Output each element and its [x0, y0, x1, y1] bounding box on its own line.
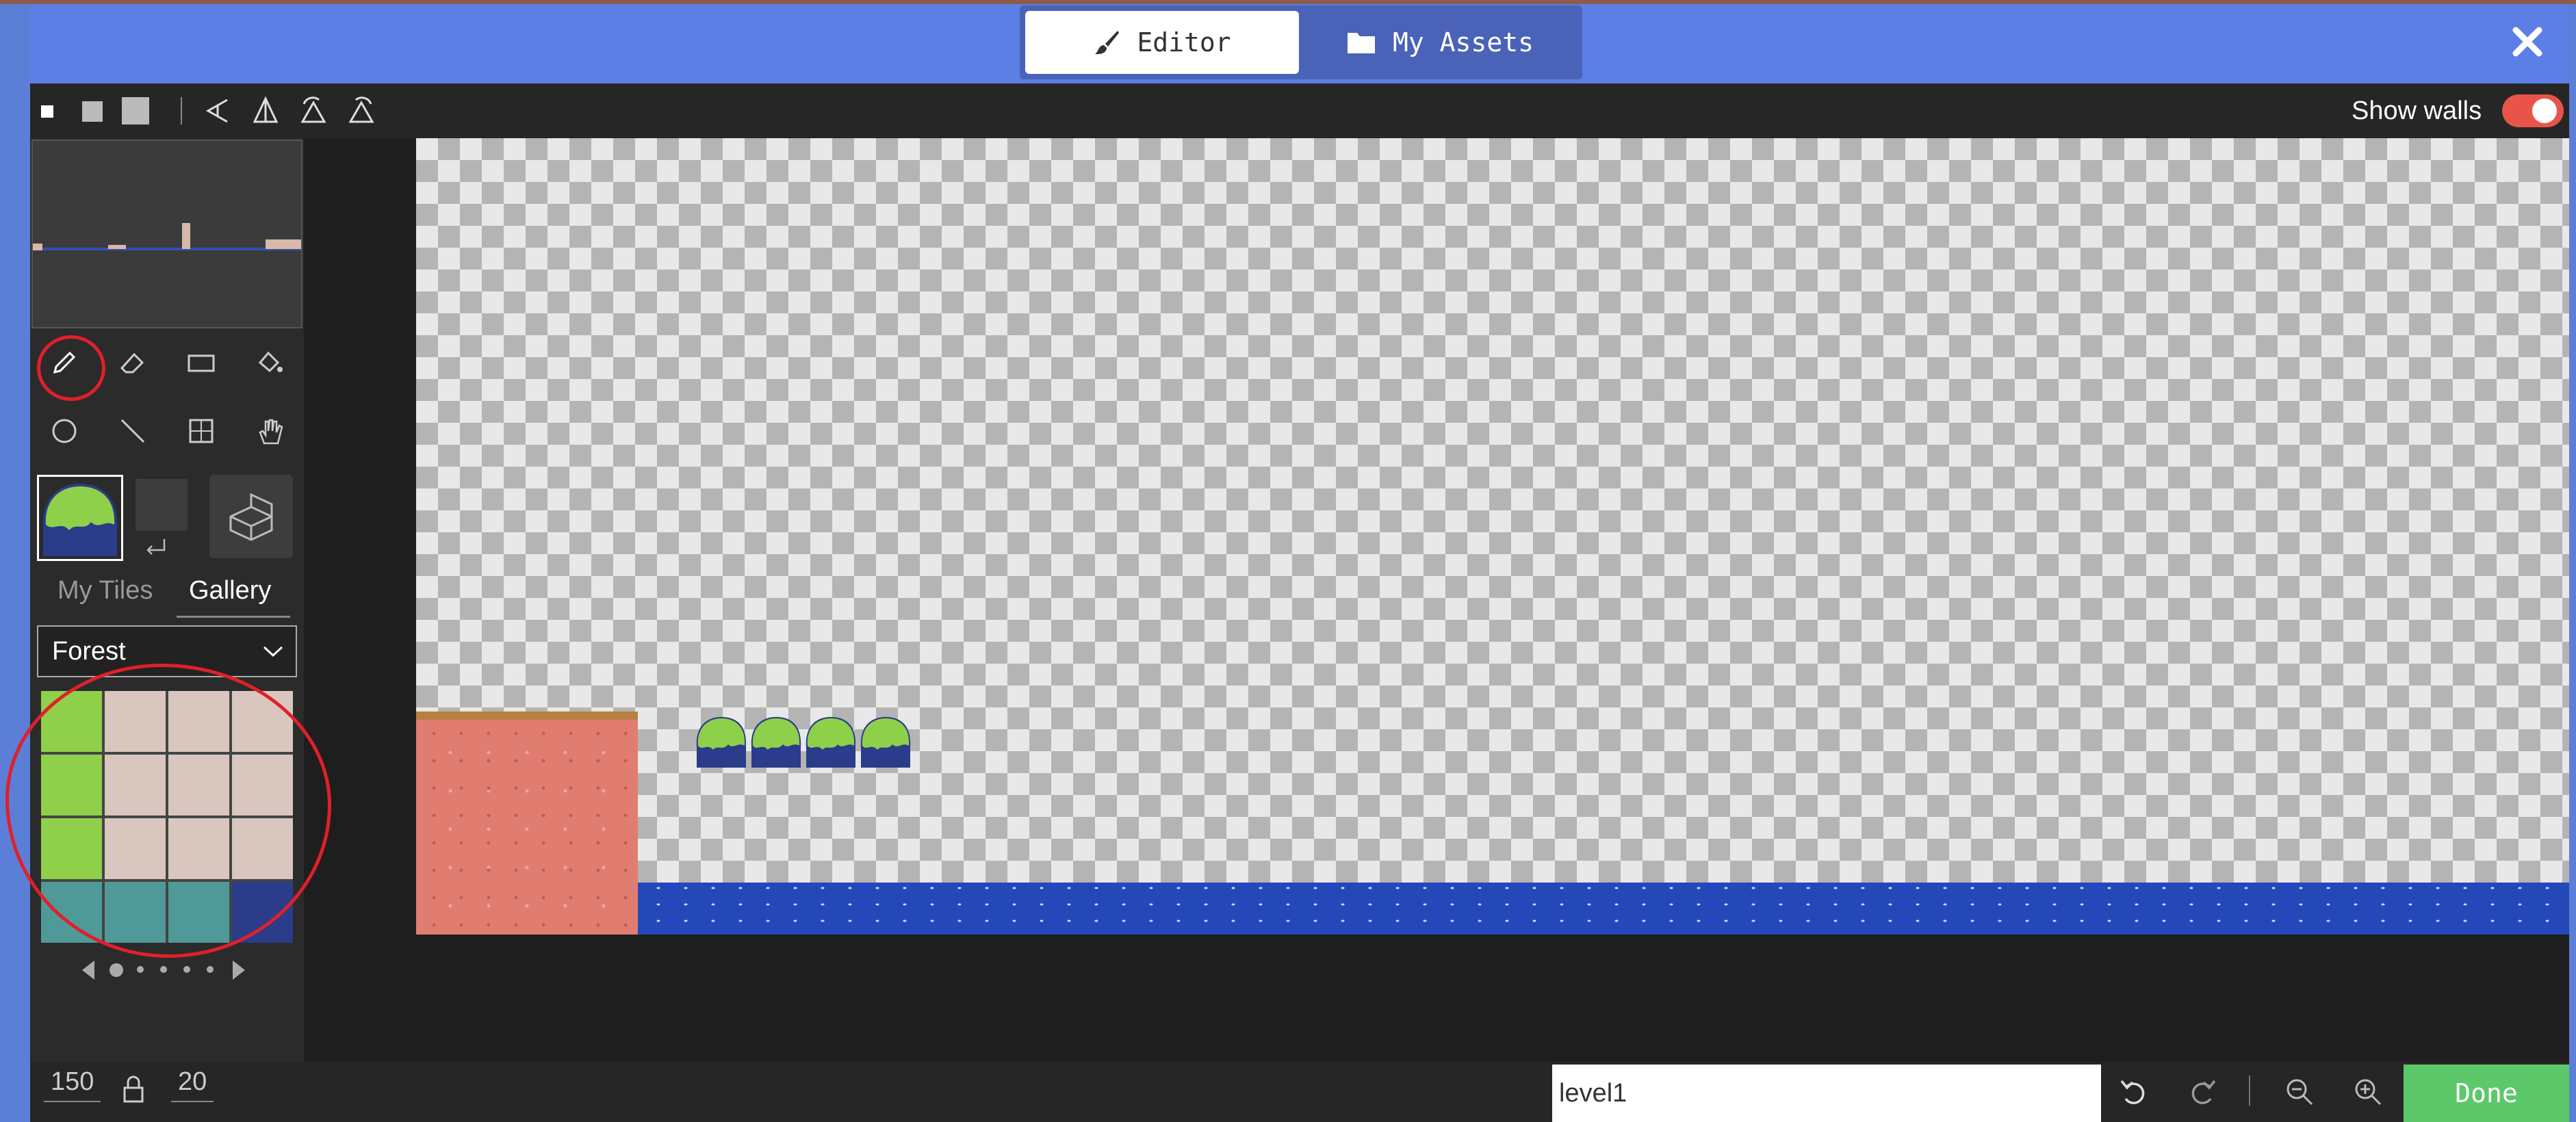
pager-dot[interactable]	[183, 966, 190, 973]
swap-icon[interactable]	[144, 538, 168, 557]
eraser-tool[interactable]	[112, 342, 153, 383]
minimap-preview	[33, 141, 301, 327]
selected-tile-preview[interactable]	[37, 475, 123, 561]
flip-horizontal-icon[interactable]	[203, 96, 233, 126]
tileset-select[interactable]: Forest	[37, 625, 297, 677]
pager-dot[interactable]	[137, 966, 144, 973]
gallery-tab-underline	[177, 616, 290, 618]
bush-tile	[860, 717, 911, 768]
tileset-select-value: Forest	[52, 636, 126, 666]
palette-tile[interactable]	[168, 818, 229, 879]
undo-icon[interactable]	[2117, 1075, 2150, 1108]
large-square-icon[interactable]	[122, 97, 149, 125]
level-name-input[interactable]	[1552, 1065, 2101, 1122]
palette-tile[interactable]	[232, 691, 293, 752]
level-canvas[interactable]	[416, 138, 2569, 935]
palette-tile[interactable]	[41, 818, 102, 879]
palette-tile[interactable]	[105, 755, 166, 816]
eraser-icon	[120, 352, 144, 374]
rectangle-tool[interactable]	[181, 342, 222, 383]
line-icon	[120, 419, 145, 443]
palette-tile[interactable]	[232, 818, 293, 879]
ground-block	[416, 713, 638, 935]
palette-tile[interactable]	[232, 882, 293, 943]
marquee-tool[interactable]	[181, 410, 222, 452]
close-button[interactable]	[2501, 15, 2554, 68]
palette-tile[interactable]	[41, 755, 102, 816]
toolbar	[30, 83, 2569, 138]
pager-prev-icon[interactable]	[79, 959, 96, 981]
hand-tool[interactable]	[249, 410, 290, 452]
ground-grass-edge	[416, 712, 638, 720]
bush-tile	[806, 717, 856, 768]
palette-tile[interactable]	[105, 818, 166, 879]
close-icon	[2512, 27, 2542, 57]
lock-icon[interactable]	[122, 1074, 145, 1104]
rotate-left-icon[interactable]	[298, 96, 329, 126]
circle-icon	[52, 419, 77, 443]
map-height-field[interactable]: 20	[171, 1067, 214, 1102]
palette-tile[interactable]	[168, 882, 229, 943]
header-tabs: Editor My Assets	[1020, 5, 1582, 79]
palette-pager	[79, 955, 257, 985]
chevron-down-icon	[263, 646, 283, 657]
palette-tile[interactable]	[168, 755, 229, 816]
pager-dot[interactable]	[160, 966, 167, 973]
rectangle-icon	[188, 354, 215, 372]
pencil-tool[interactable]	[44, 342, 85, 383]
small-square-icon[interactable]	[41, 105, 53, 118]
tab-my-assets-label: My Assets	[1393, 27, 1534, 57]
secondary-tile-slot[interactable]	[136, 479, 188, 531]
show-walls-label: Show walls	[2352, 96, 2482, 125]
tab-gallery[interactable]: Gallery	[189, 576, 271, 605]
zoom-out-icon[interactable]	[2283, 1075, 2316, 1108]
toolbar-divider	[181, 97, 182, 125]
pager-dot-active[interactable]	[110, 963, 123, 977]
tab-editor[interactable]: Editor	[1025, 11, 1299, 74]
marquee-icon	[189, 419, 214, 443]
brush-icon	[1095, 31, 1120, 55]
pencil-icon	[53, 351, 76, 374]
water-strip	[638, 883, 2569, 935]
palette-tile[interactable]	[105, 882, 166, 943]
window-left-edge	[0, 0, 30, 1122]
window-top-edge	[0, 0, 2576, 4]
bottom-divider	[2249, 1075, 2250, 1106]
flip-vertical-icon[interactable]	[250, 96, 281, 126]
palette-tile[interactable]	[41, 882, 102, 943]
palette-tile[interactable]	[41, 691, 102, 752]
zoom-in-icon[interactable]	[2352, 1075, 2384, 1108]
folder-icon	[1348, 33, 1376, 53]
rotate-right-icon[interactable]	[346, 96, 376, 126]
cube-icon	[229, 493, 273, 541]
tab-my-assets[interactable]: My Assets	[1304, 11, 1575, 74]
tab-editor-label: Editor	[1137, 27, 1231, 57]
wall-block-button[interactable]	[209, 475, 293, 558]
pager-next-icon[interactable]	[231, 959, 248, 981]
bush-tile	[696, 717, 747, 768]
bush-tile-icon	[39, 477, 121, 559]
hand-icon	[259, 419, 283, 445]
fill-bucket-icon	[258, 351, 283, 373]
line-tool[interactable]	[112, 410, 153, 452]
palette-tile[interactable]	[232, 755, 293, 816]
circle-tool[interactable]	[44, 410, 85, 452]
fill-bucket-tool[interactable]	[249, 342, 290, 383]
palette-tile[interactable]	[105, 691, 166, 752]
minimap[interactable]	[31, 140, 302, 328]
tab-my-tiles[interactable]: My Tiles	[57, 576, 153, 605]
palette-tile[interactable]	[168, 691, 229, 752]
show-walls-toggle-knob[interactable]	[2532, 99, 2557, 123]
done-button[interactable]: Done	[2404, 1065, 2569, 1122]
map-width-field[interactable]: 150	[44, 1067, 101, 1102]
redo-icon[interactable]	[2186, 1075, 2219, 1108]
pager-dot[interactable]	[207, 966, 214, 973]
medium-square-icon[interactable]	[82, 101, 103, 122]
window-right-edge	[2569, 0, 2576, 1122]
tile-palette	[41, 691, 293, 943]
bush-tile	[751, 717, 801, 768]
